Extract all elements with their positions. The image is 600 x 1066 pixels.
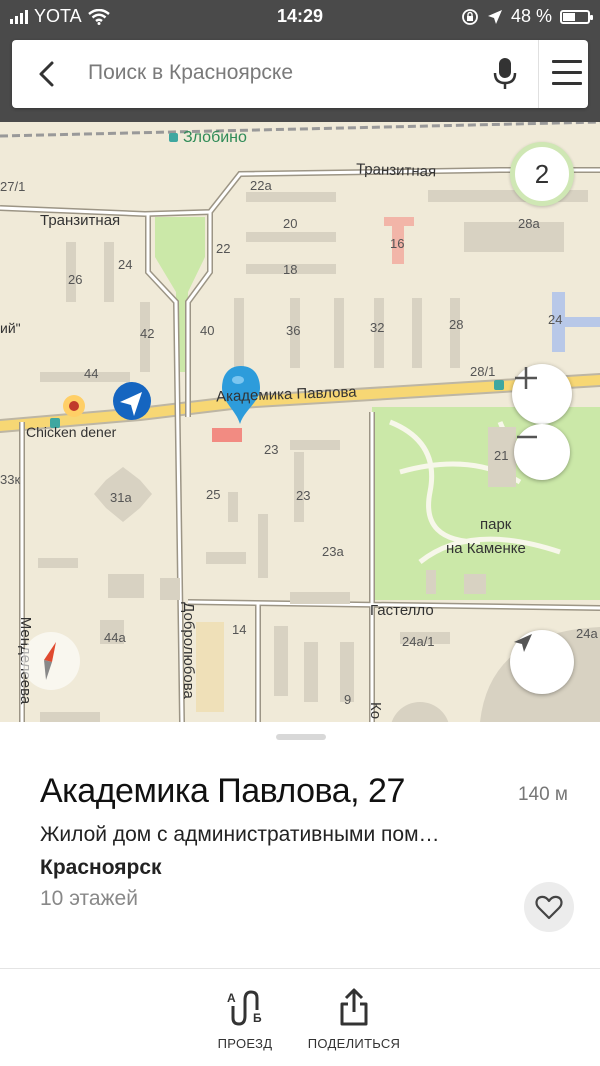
place-city: Красноярск — [40, 856, 162, 879]
building-number: 22 — [216, 241, 231, 256]
cluster-badge[interactable]: 2 — [510, 142, 574, 206]
building-number: 23 — [264, 442, 279, 457]
building-number: 9 — [344, 692, 352, 707]
poi-label-chicken: Chicken dener — [26, 424, 117, 440]
plus-icon — [515, 367, 537, 389]
building-number: 24а — [576, 626, 598, 641]
building-number: 44а — [104, 630, 126, 645]
poi-label-partial: ий" — [0, 320, 21, 336]
building-number: 24а/1 — [402, 634, 435, 649]
street-label-ko: Ко — [367, 701, 385, 720]
share-label: ПОДЕЛИТЬСЯ — [307, 1036, 401, 1051]
place-card[interactable]: Академика Павлова, 27 140 м Жилой дом с … — [0, 722, 600, 1066]
building-number: 44 — [84, 366, 99, 381]
park-label: парк — [480, 516, 512, 533]
card-divider — [0, 968, 600, 969]
share-button[interactable]: ПОДЕЛИТЬСЯ — [294, 988, 414, 1051]
square-park — [155, 217, 205, 372]
building-number: 25 — [206, 487, 221, 502]
building-number: 14 — [232, 622, 247, 637]
compass-icon — [44, 642, 56, 680]
favorite-button[interactable] — [524, 882, 574, 932]
selected-building — [212, 428, 242, 442]
street-label-dobrolyubova: Добролюбова — [179, 602, 197, 699]
route-button[interactable]: А Б ПРОЕЗД — [185, 988, 305, 1051]
zoom-in-button[interactable] — [512, 364, 572, 424]
compass-button[interactable] — [22, 632, 80, 690]
building-number: 28а — [518, 216, 540, 231]
menu-icon[interactable] — [552, 60, 582, 88]
building-number: 20 — [283, 216, 298, 231]
street-label-tranzitnaya: Транзитная — [355, 160, 437, 181]
building-number: 21 — [494, 448, 509, 463]
building-number: 36 — [286, 323, 301, 338]
street-label-tranzitnaya: Транзитная — [40, 212, 121, 229]
map-view[interactable]: Злобино Транзитная Транзитная Академика … — [0, 122, 600, 722]
building-number: 23 — [296, 488, 311, 503]
location-arrow-icon — [487, 9, 502, 24]
locate-button[interactable] — [510, 630, 574, 694]
navigation-marker — [113, 382, 151, 420]
building-number: 28 — [449, 317, 464, 332]
building-number: 40 — [200, 323, 215, 338]
building-number: 27/1 — [0, 179, 26, 194]
route-icon: А Б — [227, 990, 262, 1026]
place-description: Жилой дом с административными пом… — [40, 823, 440, 846]
park-area — [372, 407, 600, 600]
top-bar: YOTA 14:29 48 % Поиск в Красноярске — [0, 0, 600, 122]
place-title: Академика Павлова, 27 — [40, 772, 405, 810]
building-number: 31а — [110, 490, 132, 505]
building-number: 22а — [250, 178, 272, 193]
battery-percent: 48 % — [510, 6, 552, 26]
orientation-lock-icon — [462, 8, 478, 25]
minus-icon — [517, 435, 537, 439]
zoom-out-button[interactable] — [514, 424, 570, 480]
place-floors: 10 этажей — [40, 887, 138, 910]
building-number: 16 — [390, 236, 405, 251]
building-number: 28/1 — [470, 364, 496, 379]
place-distance: 140 м — [517, 784, 568, 805]
park-label: на Каменке — [446, 540, 526, 557]
battery-icon — [560, 9, 593, 24]
microphone-icon[interactable] — [490, 56, 520, 92]
building-number: 18 — [283, 262, 298, 277]
back-arrow-icon[interactable] — [32, 58, 64, 90]
station-label: Злобино — [183, 129, 247, 146]
location-arrow-icon — [514, 634, 532, 652]
street-label-gastello: Гастелло — [370, 602, 434, 619]
building-number: 24 — [548, 312, 563, 327]
search-divider — [538, 40, 539, 108]
svg-text:А: А — [227, 991, 236, 1005]
search-input[interactable]: Поиск в Красноярске — [88, 61, 293, 85]
building-number: 33к — [0, 472, 21, 487]
status-bar: YOTA 14:29 48 % — [0, 0, 600, 34]
heart-icon — [535, 895, 563, 920]
building-number: 32 — [370, 320, 385, 335]
drag-handle[interactable] — [276, 734, 326, 740]
building-number: 23а — [322, 544, 344, 559]
svg-text:Б: Б — [253, 1011, 262, 1025]
route-label: ПРОЕЗД — [217, 1036, 273, 1051]
share-icon — [340, 988, 368, 1026]
search-bar[interactable]: Поиск в Красноярске — [12, 40, 588, 108]
building-number: 26 — [68, 272, 83, 287]
building-number: 42 — [140, 326, 155, 341]
building-number: 24 — [118, 257, 133, 272]
